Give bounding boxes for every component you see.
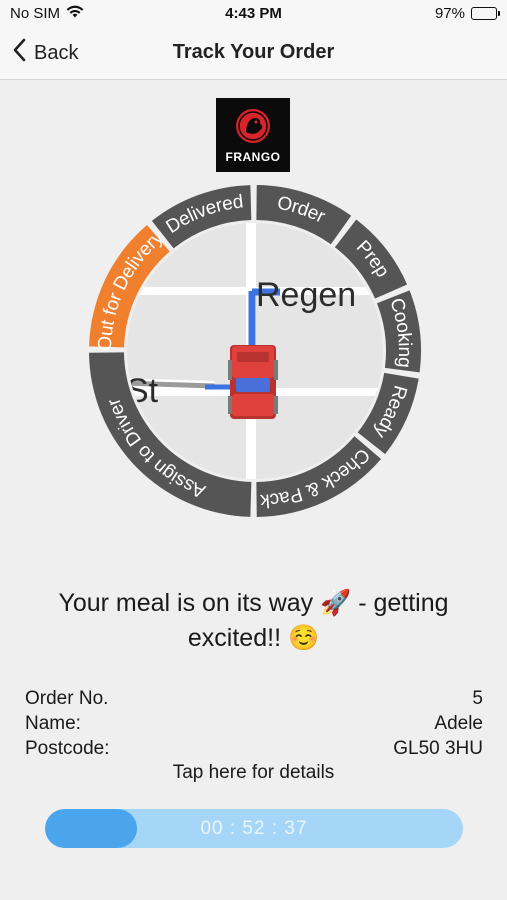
customer-name-label: Name: <box>25 713 81 734</box>
order-details-link[interactable]: Tap here for details <box>0 762 507 784</box>
postcode-label: Postcode: <box>25 738 110 759</box>
order-details: Order No. 5 Name: Adele Postcode: GL50 3… <box>25 686 483 761</box>
order-number-value: 5 <box>472 688 483 709</box>
customer-name-row: Name: Adele <box>25 711 483 736</box>
map-street-label: Regen <box>256 276 356 314</box>
order-number-row: Order No. 5 <box>25 686 483 711</box>
postcode-row: Postcode: GL50 3HU <box>25 736 483 761</box>
delivery-timer-bar: 00 : 52 : 37 <box>45 809 463 848</box>
customer-name-value: Adele <box>434 713 483 734</box>
order-number-label: Order No. <box>25 688 109 709</box>
delivery-truck-icon <box>228 345 278 419</box>
status-message: Your meal is on its way 🚀 - getting exci… <box>58 589 449 652</box>
delivery-timer: 00 : 52 : 37 <box>200 818 308 839</box>
postcode-value: GL50 3HU <box>393 738 483 759</box>
